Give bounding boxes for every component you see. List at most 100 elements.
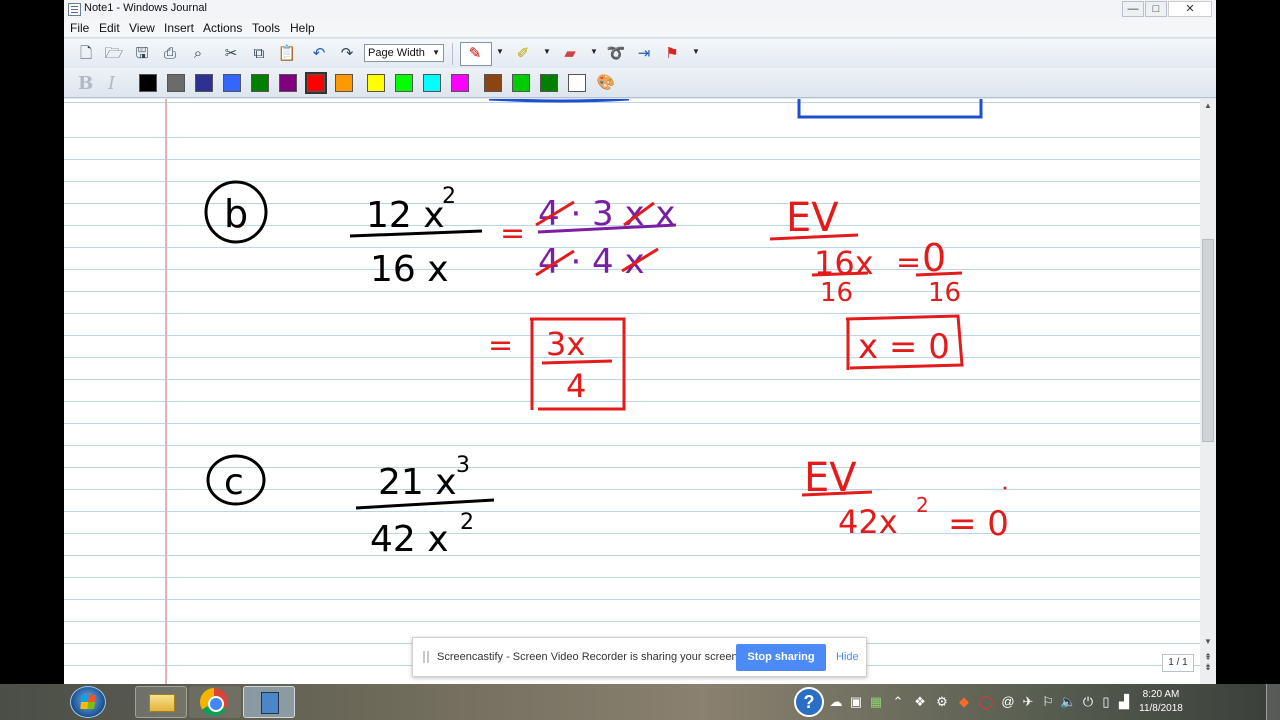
- maximize-button[interactable]: □: [1145, 1, 1167, 17]
- problem-c-ev-exponent: 2: [916, 493, 929, 517]
- flag-icon[interactable]: ⚑: [661, 44, 683, 64]
- problem-c-label: c: [224, 462, 244, 503]
- color-swatch[interactable]: [279, 74, 297, 92]
- redo-icon[interactable]: ↷: [336, 44, 358, 64]
- color-swatch[interactable]: [223, 74, 241, 92]
- print-icon[interactable]: ⎙: [159, 44, 181, 64]
- menu-help[interactable]: Help: [290, 21, 315, 35]
- find-icon[interactable]: ⌕: [187, 44, 209, 64]
- menu-view[interactable]: View: [129, 21, 155, 35]
- color-swatch[interactable]: [540, 74, 558, 92]
- opera-icon[interactable]: ◯: [978, 694, 994, 710]
- scroll-down-icon[interactable]: ▼: [1200, 635, 1216, 649]
- sharing-message: Screencastify - Screen Video Recorder is…: [437, 651, 741, 663]
- menu-file[interactable]: File: [70, 21, 89, 35]
- taskbar-file-explorer[interactable]: [135, 686, 187, 718]
- zoom-value: Page Width: [368, 47, 425, 59]
- color-swatch[interactable]: [484, 74, 502, 92]
- problem-b-result-bar: [541, 359, 613, 365]
- pen-tool-button[interactable]: ✎: [460, 42, 492, 66]
- highlighter-icon[interactable]: ✐: [512, 44, 534, 64]
- cloud-upload-icon[interactable]: ☁: [828, 694, 844, 710]
- next-page-icon[interactable]: ⇟: [1204, 662, 1212, 672]
- cut-icon[interactable]: ✂: [220, 44, 242, 64]
- network-tools-icon[interactable]: ✈: [1020, 694, 1036, 710]
- battery-icon[interactable]: ▯: [1098, 694, 1114, 710]
- taskbar-chrome[interactable]: [189, 686, 241, 718]
- vertical-scrollbar[interactable]: ▲ ▼: [1200, 99, 1216, 684]
- problem-b-numerator-exponent: 2: [442, 184, 456, 209]
- new-note-icon[interactable]: 🗋: [75, 44, 97, 64]
- page-nav-buttons[interactable]: ⇞ ⇟: [1200, 652, 1216, 682]
- pen-dropdown-icon[interactable]: ▼: [496, 47, 504, 56]
- eraser-icon[interactable]: ▰: [559, 44, 581, 64]
- color-swatch[interactable]: [395, 74, 413, 92]
- color-swatch[interactable]: [512, 74, 530, 92]
- hide-link[interactable]: Hide: [836, 651, 859, 663]
- scroll-up-icon[interactable]: ▲: [1200, 99, 1216, 113]
- menu-edit[interactable]: Edit: [99, 21, 120, 35]
- color-swatch[interactable]: [139, 74, 157, 92]
- clock[interactable]: 8:20 AM 11/8/2018: [1128, 688, 1194, 716]
- menu-bar: File Edit View Insert Actions Tools Help: [64, 19, 1216, 38]
- journal-app-icon: [68, 3, 81, 16]
- copy-icon[interactable]: ⧉: [248, 44, 270, 64]
- color-picker-icon[interactable]: 🎨: [595, 73, 617, 93]
- color-swatch[interactable]: [568, 74, 586, 92]
- minimize-button[interactable]: —: [1122, 1, 1144, 17]
- save-icon[interactable]: 🖫: [131, 44, 153, 64]
- help-icon[interactable]: ?: [794, 687, 824, 717]
- journal-icon: [261, 692, 279, 714]
- flag-icon[interactable]: ⚐: [1040, 694, 1056, 710]
- menu-actions[interactable]: Actions: [203, 21, 242, 35]
- show-hidden-icons[interactable]: ⌃: [890, 694, 906, 710]
- screen-sharing-notification: Screencastify - Screen Video Recorder is…: [412, 637, 867, 677]
- journal-window: Note1 - Windows Journal — □ ✕ File Edit …: [64, 0, 1216, 684]
- note-page[interactable]: b 12 x 2 16 x = 4 · 3 x x 4 · 4 x = 3x 4…: [64, 99, 1200, 684]
- settings-icon[interactable]: ⚙: [934, 694, 950, 710]
- at-sign-icon[interactable]: @: [1000, 694, 1016, 709]
- color-swatch[interactable]: [335, 74, 353, 92]
- color-swatch[interactable]: [305, 72, 327, 94]
- title-bar[interactable]: Note1 - Windows Journal — □ ✕: [64, 0, 1216, 19]
- close-button[interactable]: ✕: [1168, 1, 1212, 17]
- tray-app-icon[interactable]: ▣: [848, 694, 864, 710]
- window-title: Note1 - Windows Journal: [84, 2, 207, 14]
- paste-icon[interactable]: 📋: [276, 44, 298, 64]
- color-swatch[interactable]: [251, 74, 269, 92]
- eraser-dropdown-icon[interactable]: ▼: [590, 47, 598, 56]
- insert-space-icon[interactable]: ⇥: [633, 44, 655, 64]
- lasso-icon[interactable]: ➰: [605, 44, 627, 64]
- drag-handle[interactable]: [423, 651, 429, 663]
- green-app-icon[interactable]: ▦: [868, 694, 884, 710]
- open-icon[interactable]: 🗁: [103, 44, 125, 64]
- volume-icon[interactable]: 🔈: [1060, 694, 1076, 710]
- problem-b-ev-divisor-right: 16: [928, 278, 961, 308]
- orange-app-icon[interactable]: ◆: [956, 694, 972, 710]
- color-swatch[interactable]: [423, 74, 441, 92]
- problem-b-result-denominator: 4: [566, 367, 586, 405]
- previous-page-icon[interactable]: ⇞: [1204, 652, 1212, 662]
- scrollbar-thumb[interactable]: [1202, 239, 1214, 442]
- stop-sharing-button[interactable]: Stop sharing: [736, 644, 826, 671]
- highlighter-dropdown-icon[interactable]: ▼: [543, 47, 551, 56]
- color-swatch[interactable]: [195, 74, 213, 92]
- bold-button[interactable]: B: [78, 73, 93, 94]
- power-icon[interactable]: ⏻: [1080, 694, 1096, 710]
- start-button[interactable]: [70, 686, 106, 718]
- problem-b-result-numerator: 3x: [546, 325, 585, 363]
- show-desktop-button[interactable]: [1266, 684, 1280, 720]
- taskbar-windows-journal[interactable]: [243, 686, 295, 718]
- undo-icon[interactable]: ↶: [308, 44, 330, 64]
- color-swatch[interactable]: [367, 74, 385, 92]
- menu-insert[interactable]: Insert: [164, 21, 194, 35]
- flag-dropdown-icon[interactable]: ▼: [692, 47, 700, 56]
- ink-box-top-right: [797, 99, 983, 119]
- problem-c-ev-rhs: = 0: [948, 504, 1009, 544]
- color-swatch[interactable]: [167, 74, 185, 92]
- dropbox-icon[interactable]: ❖: [912, 694, 928, 710]
- zoom-select[interactable]: Page Width ▼: [364, 44, 444, 62]
- color-swatch[interactable]: [451, 74, 469, 92]
- italic-button[interactable]: I: [108, 73, 115, 94]
- menu-tools[interactable]: Tools: [252, 21, 280, 35]
